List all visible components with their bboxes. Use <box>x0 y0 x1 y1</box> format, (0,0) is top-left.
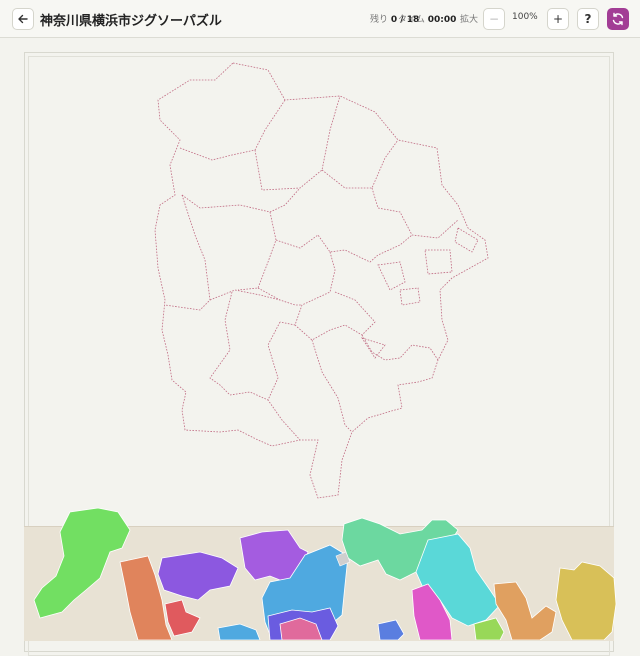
puzzle-piece[interactable] <box>157 551 239 601</box>
puzzle-pieces <box>33 507 617 640</box>
puzzle-piece[interactable] <box>217 623 261 640</box>
puzzle-piece[interactable] <box>33 507 131 619</box>
puzzle-piece[interactable] <box>555 561 617 640</box>
puzzle-piece[interactable] <box>377 619 405 640</box>
puzzle-piece[interactable] <box>164 599 201 637</box>
